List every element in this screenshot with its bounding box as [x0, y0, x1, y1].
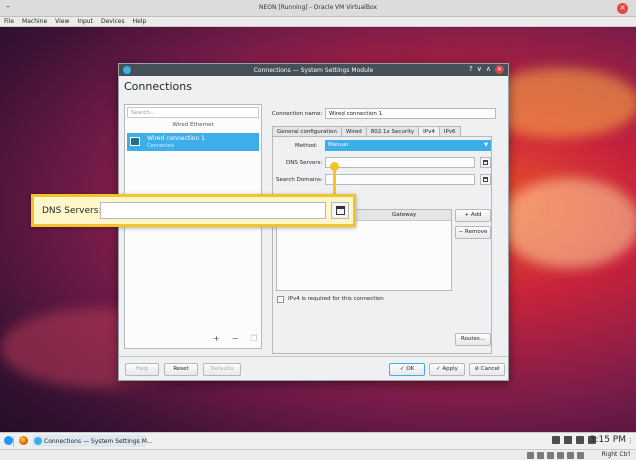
connection-name-label: Connection name: [272, 111, 323, 117]
clock[interactable]: 3:15 PM [590, 435, 626, 445]
taskbar-item-connections[interactable]: Connections — System Settings M... [32, 435, 153, 447]
dns-servers-label: DNS Servers: [286, 160, 323, 166]
help-icon[interactable]: ? [469, 65, 473, 74]
disk-icon[interactable] [527, 452, 534, 459]
group-header: Wired Ethernet [172, 122, 214, 128]
list-item[interactable]: Wired connection 1 Connected [127, 133, 259, 151]
dialog-controls: ? ∨ ∧ ✕ [469, 65, 504, 74]
add-connection-button[interactable]: + [213, 334, 220, 343]
monitor-icon [130, 137, 140, 146]
network-tray-icon[interactable] [576, 436, 584, 444]
dialog-title: Connections — System Settings Module [253, 67, 374, 74]
export-connection-button[interactable]: ❐ [250, 334, 257, 343]
dns-servers-field[interactable] [325, 157, 475, 168]
calendar-picker-icon[interactable] [480, 174, 491, 185]
virtualbox-statusbar: Right Ctrl [0, 449, 636, 460]
reset-button[interactable]: Reset [164, 363, 198, 376]
dns-servers-callout: DNS Servers: [31, 194, 356, 227]
virtualbox-titlebar: – NEON [Running] - Oracle VM VirtualBox … [0, 0, 636, 17]
usb-icon[interactable] [547, 452, 554, 459]
ipv4-required-label: IPv4 is required for this connection [288, 296, 384, 302]
remove-connection-button[interactable]: − [232, 334, 239, 343]
search-domains-field[interactable] [325, 174, 475, 185]
connection-state: Connected [147, 143, 174, 149]
minimize-icon[interactable]: ∨ [477, 65, 482, 74]
cancel-button[interactable]: ⊘ Cancel [469, 363, 505, 376]
tab-ipv4[interactable]: IPv4 [418, 126, 440, 136]
callout-label: DNS Servers: [42, 206, 102, 216]
calendar-picker-icon[interactable] [480, 157, 491, 168]
connection-name-field[interactable]: Wired connection 1 [325, 108, 496, 119]
menu-devices[interactable]: Devices [97, 17, 129, 26]
callout-leader-line [333, 166, 336, 194]
firefox-icon[interactable] [19, 436, 28, 445]
help-button[interactable]: Help [125, 363, 159, 376]
search-domains-label: Search Domains: [276, 177, 323, 183]
ipv4-required-checkbox[interactable] [277, 296, 284, 303]
close-icon[interactable]: ✕ [495, 65, 504, 74]
calendar-picker-icon[interactable] [331, 202, 349, 219]
menu-machine[interactable]: Machine [18, 17, 51, 26]
method-select[interactable]: Manual ▼ [325, 140, 491, 151]
routes-button[interactable]: Routes... [455, 333, 491, 346]
apply-button[interactable]: ✓ Apply [429, 363, 465, 376]
menu-help[interactable]: Help [129, 17, 151, 26]
network-icon [34, 437, 42, 445]
footer-divider [119, 356, 508, 357]
maximize-icon[interactable]: ∧ [486, 65, 491, 74]
method-value: Manual [328, 142, 348, 148]
remove-address-button[interactable]: − Remove [455, 226, 491, 239]
display-icon[interactable] [577, 452, 584, 459]
menu-file[interactable]: File [0, 17, 18, 26]
ok-button[interactable]: ✓ OK [389, 363, 425, 376]
gateway-header: Gateway [392, 212, 417, 218]
defaults-button[interactable]: Defaults [203, 363, 241, 376]
window-title: NEON [Running] - Oracle VM VirtualBox [258, 4, 378, 11]
menu-view[interactable]: View [51, 17, 73, 26]
menu-input[interactable]: Input [73, 17, 97, 26]
kde-menu-icon[interactable] [4, 436, 13, 445]
close-icon[interactable]: ✕ [617, 3, 628, 14]
page-title: Connections [124, 80, 192, 93]
wallpaper-streak [500, 178, 636, 268]
search-input[interactable]: Search... [127, 107, 259, 118]
shared-folder-icon[interactable] [567, 452, 574, 459]
vm-status-icons [527, 452, 584, 459]
optical-drive-icon[interactable] [537, 452, 544, 459]
add-address-button[interactable]: + Add [455, 209, 491, 222]
tab-ipv6[interactable]: IPv6 [438, 126, 461, 136]
taskbar: Connections — System Settings M... 3:15 … [0, 432, 636, 449]
virtualbox-menubar: File Machine View Input Devices Help [0, 17, 636, 27]
tab-wired[interactable]: Wired [340, 126, 367, 136]
method-label: Method: [295, 143, 318, 149]
host-key-label: Right Ctrl [601, 451, 630, 458]
chevron-down-icon: ▼ [484, 142, 488, 148]
tab-general[interactable]: General configuration [272, 126, 342, 136]
callout-dns-field[interactable] [100, 202, 326, 219]
task-label: Connections — System Settings M... [44, 438, 153, 445]
network-status-icon[interactable] [557, 452, 564, 459]
tab-security[interactable]: 802.1x Security [365, 126, 420, 136]
panel-separator [13, 436, 14, 447]
tab-bar: General configuration Wired 802.1x Secur… [272, 126, 492, 136]
connection-name: Wired connection 1 [147, 135, 205, 142]
dialog-titlebar: Connections — System Settings Module ? ∨… [119, 64, 508, 76]
clipboard-icon[interactable] [552, 436, 560, 444]
panel-options-icon[interactable]: ⋮ [627, 437, 634, 445]
list-actions: + − ❐ [213, 334, 258, 343]
volume-icon[interactable] [564, 436, 572, 444]
